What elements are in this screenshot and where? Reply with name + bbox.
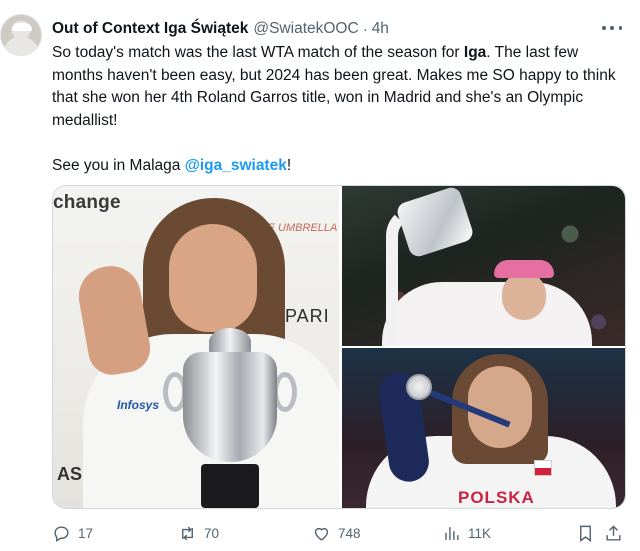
text-part: !	[286, 156, 292, 174]
media-grid: change THE UMBRELLA SE PARI Infosys AS	[52, 185, 626, 509]
bookmark-button[interactable]	[576, 520, 595, 546]
face-shape	[169, 224, 257, 332]
medal-shape	[406, 374, 432, 400]
action-bar: 17 70 748 11K	[52, 520, 627, 546]
cap-shape	[12, 23, 32, 31]
text-part: So today's match was the last WTA match …	[52, 44, 464, 61]
reply-icon	[54, 525, 69, 542]
views-icon	[445, 526, 459, 540]
heart-icon	[314, 527, 329, 541]
text-part: See you in Malaga	[52, 156, 185, 174]
share-button[interactable]	[604, 520, 623, 546]
bold-name: Iga	[463, 44, 487, 61]
avatar[interactable]	[0, 14, 42, 56]
visor-shape	[494, 260, 554, 278]
banner-text: change	[53, 192, 121, 213]
repost-button[interactable]: 70	[178, 520, 219, 546]
tweet-header: Out of Context Iga Świątek @SwiatekOOC ·…	[52, 18, 620, 40]
face-shape	[502, 272, 546, 320]
paris-text: PARI	[285, 306, 330, 326]
sponsor-logo: Infosys	[117, 398, 160, 412]
like-button[interactable]: 748	[312, 520, 361, 546]
hand-shape	[74, 261, 154, 379]
tweet-text: So today's match was the last WTA match …	[52, 42, 627, 177]
repost-count: 70	[204, 525, 220, 541]
trophy-shape	[163, 324, 297, 508]
separator-dot: ·	[362, 20, 368, 38]
face-shape	[468, 366, 532, 448]
bookmark-icon	[580, 525, 591, 542]
reply-button[interactable]: 17	[52, 520, 93, 546]
author-handle[interactable]: @SwiatekOOC	[253, 20, 358, 38]
views-button[interactable]: 11K	[442, 520, 491, 546]
reply-count: 17	[78, 525, 94, 541]
views-count: 11K	[468, 525, 492, 541]
like-count: 748	[338, 525, 361, 541]
flag-shape	[534, 460, 552, 476]
photo-olympic-medal[interactable]: POLSKA	[342, 348, 625, 508]
corner-text: AS	[57, 464, 83, 484]
timestamp[interactable]: 4h	[372, 20, 389, 38]
author-name[interactable]: Out of Context Iga Świątek	[52, 20, 248, 38]
share-icon	[606, 524, 621, 541]
photo-madrid[interactable]	[342, 186, 625, 346]
tweet-paragraph-1: So today's match was the last WTA match …	[52, 42, 627, 132]
repost-icon	[182, 526, 193, 540]
mention-link[interactable]: @iga_swiatek	[185, 157, 287, 174]
photo-trophy[interactable]: change THE UMBRELLA SE PARI Infosys AS	[53, 186, 339, 508]
jacket-text: POLSKA	[458, 488, 535, 507]
tweet-paragraph-2: See you in Malaga @iga_swiatek!	[52, 155, 627, 178]
more-icon[interactable]	[602, 20, 622, 36]
